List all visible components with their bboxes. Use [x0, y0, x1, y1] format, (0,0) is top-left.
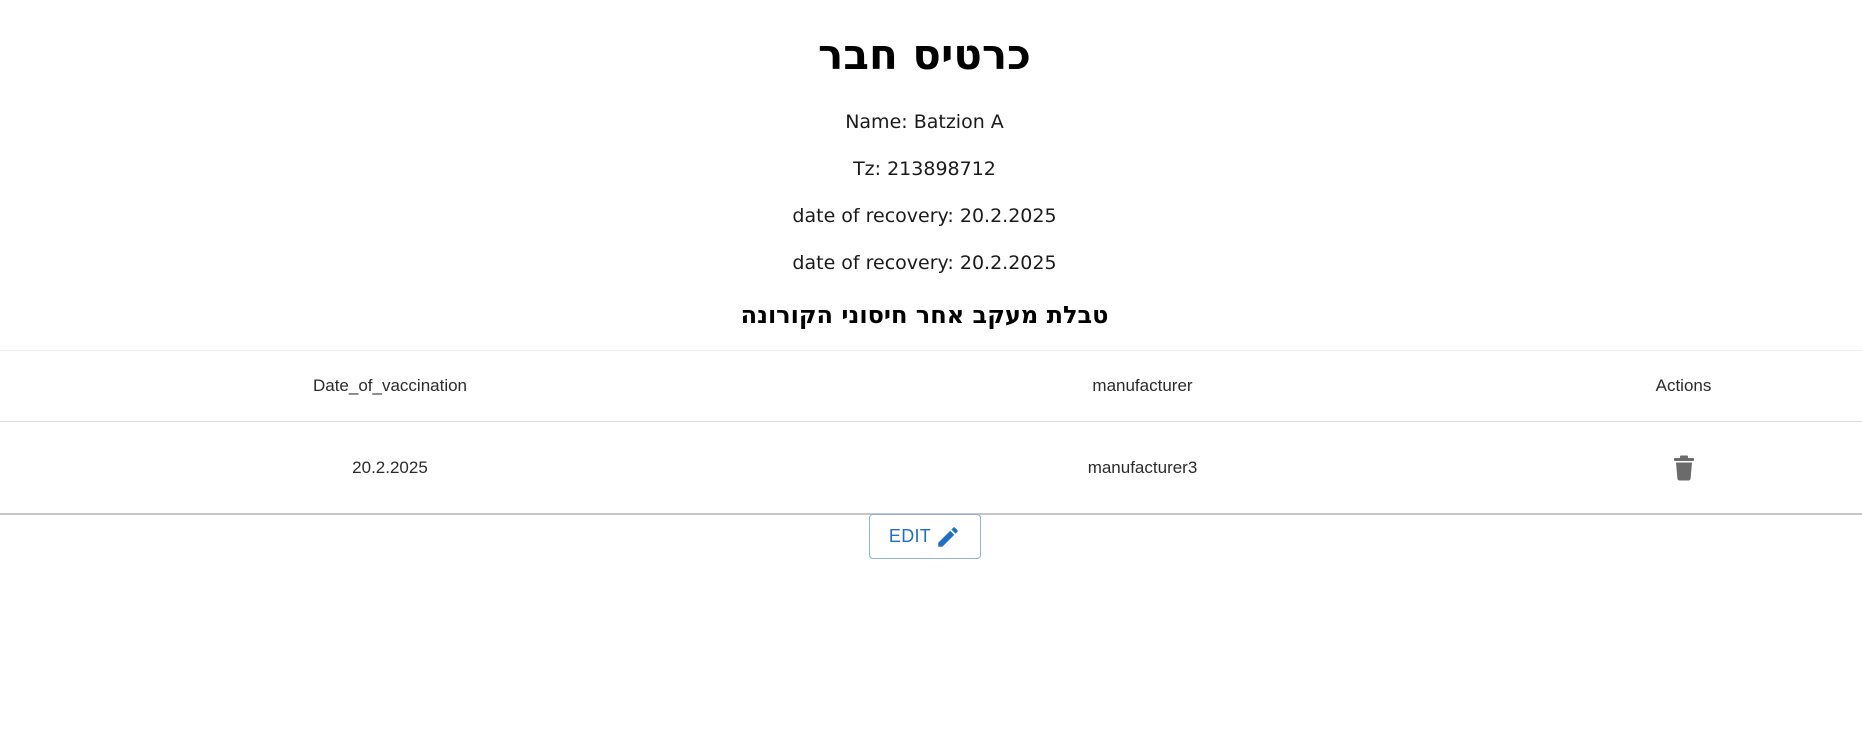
member-tz: Tz: 213898712 — [853, 158, 996, 180]
edit-button[interactable]: EDIT — [869, 514, 981, 559]
vaccination-date-cell: 20.2.2025 — [352, 457, 428, 477]
vaccination-table-title: טבלת מעקב אחר חיסוני הקורונה — [740, 301, 1109, 329]
table-header-row: Date_of_vaccination manufacturer Actions — [0, 351, 1862, 422]
delete-button[interactable] — [1664, 448, 1704, 488]
page-title: כרטיס חבר — [818, 30, 1031, 79]
manufacturer-cell: manufacturer3 — [1087, 457, 1198, 477]
column-header-date: Date_of_vaccination — [0, 351, 780, 422]
recovery-date-secondary: date of recovery: 20.2.2025 — [792, 252, 1057, 274]
table-row: 20.2.2025 manufacturer3 — [0, 422, 1862, 514]
column-header-manufacturer: manufacturer — [780, 351, 1505, 422]
vaccination-table-container: Date_of_vaccination manufacturer Actions… — [0, 350, 1862, 515]
pencil-icon — [935, 524, 961, 550]
member-name: Name: Batzion A — [845, 111, 1004, 133]
edit-button-label: EDIT — [888, 526, 932, 546]
actions-cell — [1505, 422, 1862, 514]
column-header-actions: Actions — [1505, 351, 1862, 422]
trash-icon — [1673, 455, 1694, 480]
vaccination-table: Date_of_vaccination manufacturer Actions… — [0, 351, 1862, 513]
recovery-date: date of recovery: 20.2.2025 — [792, 205, 1057, 227]
